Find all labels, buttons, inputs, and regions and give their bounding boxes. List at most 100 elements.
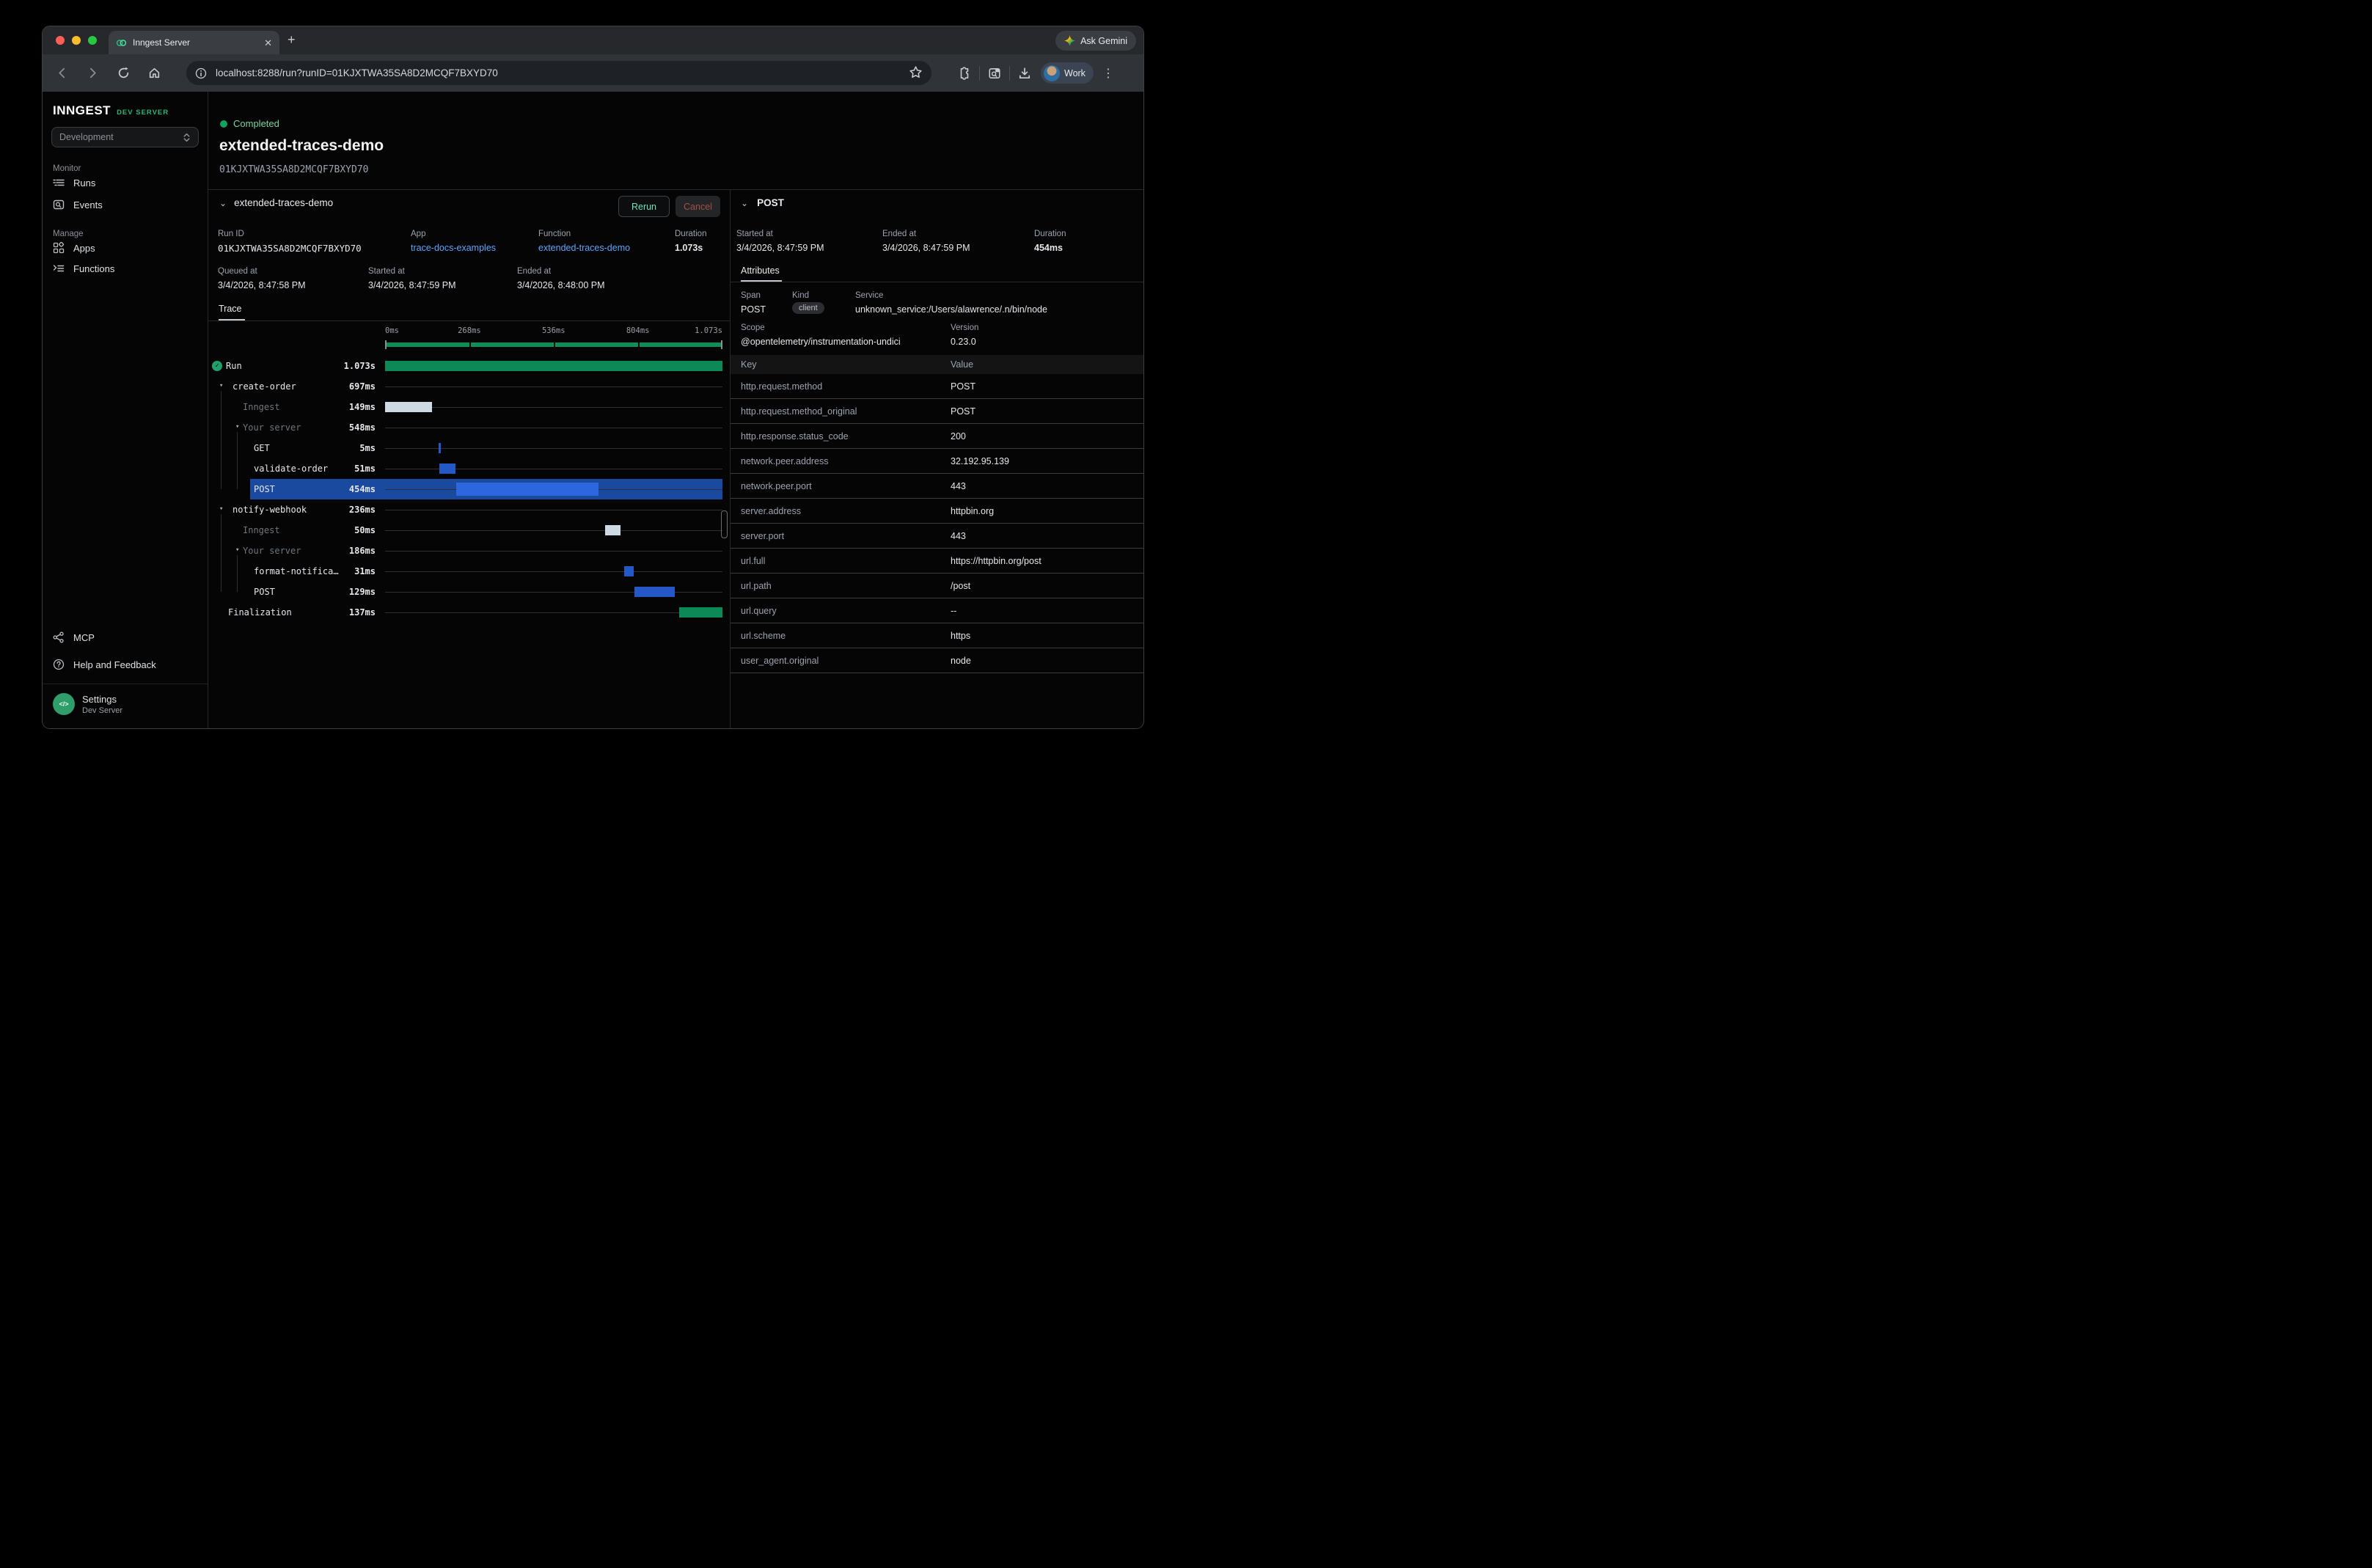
- trace-group-name: extended-traces-demo: [234, 197, 333, 208]
- reload-icon[interactable]: [113, 63, 133, 84]
- mcp-icon: [53, 631, 65, 643]
- minimap-left-handle[interactable]: [385, 340, 387, 349]
- trace-row-post[interactable]: POST129ms: [208, 582, 730, 602]
- span-bar[interactable]: [439, 443, 441, 453]
- trace-group-header[interactable]: ⌄ extended-traces-demo: [219, 197, 333, 208]
- run-id-field-label: Run ID: [218, 230, 244, 238]
- axis-tick-label: 0ms: [385, 326, 399, 335]
- environment-select-value: Development: [59, 132, 114, 142]
- run-id: 01KJXTWA35SA8D2MCQF7BXYD70: [219, 164, 369, 175]
- browser-tab[interactable]: Inngest Server ✕: [109, 31, 279, 54]
- downloads-icon[interactable]: [1014, 63, 1035, 84]
- app-field-label: App: [411, 230, 425, 238]
- sidebar-item-mcp[interactable]: MCP: [43, 627, 208, 648]
- row-track-line: [385, 407, 722, 408]
- rerun-button[interactable]: Rerun: [618, 196, 670, 217]
- sidebar-item-functions[interactable]: Functions: [43, 258, 208, 279]
- span-started-value: 3/4/2026, 8:47:59 PM: [736, 243, 824, 253]
- trace-row-your-server[interactable]: ▾Your server548ms: [208, 417, 730, 438]
- close-window-button[interactable]: [56, 36, 65, 45]
- cancel-button[interactable]: Cancel: [676, 196, 720, 217]
- service-label: Service: [855, 291, 883, 300]
- span-name: Run: [226, 361, 242, 371]
- bookmark-star-icon[interactable]: [909, 65, 923, 79]
- search-tabs-icon[interactable]: [984, 63, 1005, 84]
- profile-chip[interactable]: Work: [1041, 62, 1094, 84]
- span-details-header[interactable]: ⌄ POST: [741, 197, 784, 208]
- scrollbar-thumb[interactable]: [721, 510, 728, 538]
- attribute-value: https://httpbin.org/post: [951, 556, 1042, 566]
- span-duration: 697ms: [332, 381, 376, 392]
- span-bar[interactable]: [679, 607, 722, 618]
- trace-row-create-order[interactable]: ▾create-order697ms: [208, 376, 730, 397]
- environment-select[interactable]: Development: [51, 127, 199, 147]
- span-bar[interactable]: [385, 402, 432, 412]
- trace-row-run[interactable]: ✓Run1.073s: [208, 356, 730, 376]
- timeline-minimap[interactable]: [385, 340, 722, 349]
- extensions-icon[interactable]: [954, 63, 975, 84]
- attribute-key: url.full: [731, 556, 951, 566]
- settings-sublabel: Dev Server: [82, 706, 122, 715]
- span-bar[interactable]: [634, 587, 675, 597]
- span-bar[interactable]: [624, 566, 634, 576]
- chevron-down-icon[interactable]: ▾: [235, 423, 239, 431]
- sidebar-item-events[interactable]: Events: [43, 194, 208, 215]
- run-id-field-value: 01KJXTWA35SA8D2MCQF7BXYD70: [218, 243, 362, 254]
- indent-guide: [221, 391, 222, 489]
- span-duration: 129ms: [332, 587, 376, 597]
- back-icon[interactable]: [51, 63, 72, 84]
- span-bar[interactable]: [385, 361, 722, 371]
- sidebar-item-apps[interactable]: Apps: [43, 238, 208, 258]
- span-duration: 454ms: [332, 484, 376, 494]
- site-info-icon[interactable]: [192, 65, 210, 82]
- new-tab-button[interactable]: +: [288, 32, 296, 48]
- app-link[interactable]: trace-docs-examples: [411, 243, 496, 253]
- trace-row-format-notifica-[interactable]: format-notifica…31ms: [208, 561, 730, 582]
- zoom-window-button[interactable]: [88, 36, 97, 45]
- sidebar-item-runs[interactable]: Runs: [43, 172, 208, 193]
- span-duration: 51ms: [332, 464, 376, 474]
- ask-gemini-button[interactable]: Ask Gemini: [1055, 31, 1136, 51]
- trace-row-inngest[interactable]: Inngest50ms: [208, 520, 730, 541]
- trace-row-notify-webhook[interactable]: ▾notify-webhook236ms: [208, 499, 730, 520]
- attribute-row-http-request-method-original: http.request.method_original POST: [731, 399, 1143, 424]
- axis-tick-label: 536ms: [532, 326, 576, 335]
- duration-field-label: Duration: [675, 230, 706, 238]
- span-bar[interactable]: [439, 464, 455, 474]
- timeline-axis: 0ms268ms536ms804ms1.073s: [208, 326, 730, 335]
- trace-row-your-server[interactable]: ▾Your server186ms: [208, 541, 730, 561]
- key-header: Key: [731, 359, 951, 370]
- trace-row-inngest[interactable]: Inngest149ms: [208, 397, 730, 417]
- span-bar[interactable]: [605, 525, 621, 535]
- version-label: Version: [951, 323, 978, 332]
- trace-row-get[interactable]: GET5ms: [208, 438, 730, 458]
- minimap-right-handle[interactable]: [721, 340, 722, 349]
- trace-row-post[interactable]: POST454ms: [208, 479, 730, 499]
- home-icon[interactable]: [144, 63, 164, 84]
- span-ended-value: 3/4/2026, 8:47:59 PM: [882, 243, 970, 253]
- code-icon: </>: [53, 693, 75, 715]
- url-bar[interactable]: localhost:8288/run?runID=01KJXTWA35SA8D2…: [186, 61, 931, 85]
- function-link[interactable]: extended-traces-demo: [538, 243, 630, 253]
- tab-trace[interactable]: Trace: [219, 304, 242, 314]
- trace-row-validate-order[interactable]: validate-order51ms: [208, 458, 730, 479]
- attribute-value: 443: [951, 481, 966, 491]
- forward-icon[interactable]: [82, 63, 103, 84]
- chevron-down-icon[interactable]: ▾: [235, 546, 239, 554]
- sidebar-item-settings[interactable]: </> Settings Dev Server: [53, 693, 122, 715]
- attribute-key: user_agent.original: [731, 656, 951, 666]
- scope-label: Scope: [741, 323, 765, 332]
- sidebar-item-help-and-feedback[interactable]: Help and Feedback: [43, 654, 208, 675]
- trace-row-finalization[interactable]: Finalization137ms: [208, 602, 730, 623]
- minimize-window-button[interactable]: [72, 36, 81, 45]
- version-value: 0.23.0: [951, 337, 976, 347]
- attribute-row-url-scheme: url.scheme https: [731, 623, 1143, 648]
- chevron-down-icon[interactable]: ▾: [219, 505, 223, 513]
- tab-attributes[interactable]: Attributes: [741, 265, 780, 276]
- span-bar[interactable]: [456, 483, 599, 496]
- browser-menu-icon[interactable]: ⋮: [1098, 63, 1119, 84]
- chevron-down-icon[interactable]: ▾: [219, 382, 223, 389]
- settings-label: Settings: [82, 694, 122, 705]
- url-text: localhost:8288/run?runID=01KJXTWA35SA8D2…: [216, 67, 498, 78]
- close-tab-icon[interactable]: ✕: [264, 38, 272, 48]
